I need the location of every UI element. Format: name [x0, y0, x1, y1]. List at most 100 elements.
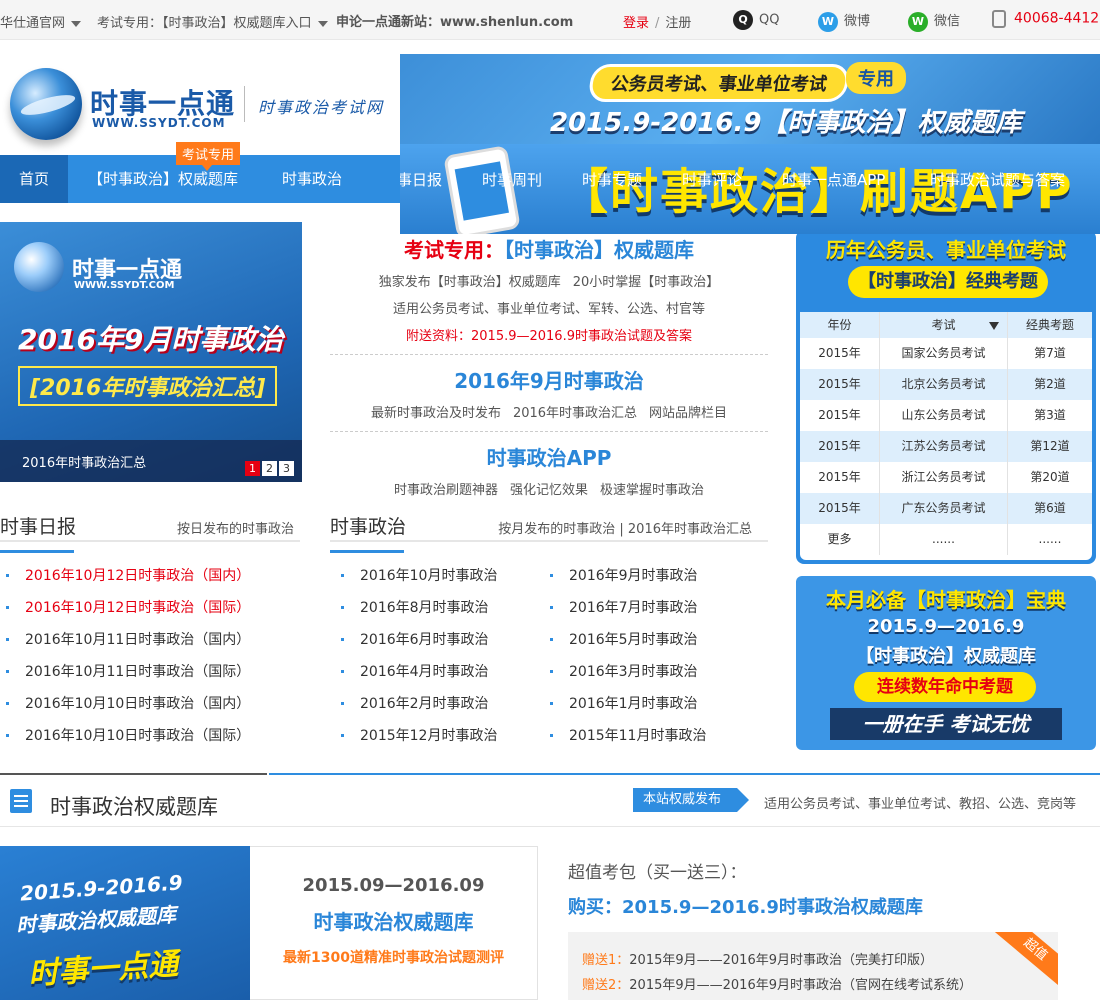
cell-exam: 浙江公务员考试	[880, 462, 1008, 493]
table-row[interactable]: 2015年 山东公务员考试 第3道	[800, 400, 1092, 431]
offer-purchase-link[interactable]: 购买：2015.9—2016.9时事政治权威题库	[568, 893, 1098, 919]
slider-caption-text: 2016年时事政治汇总	[22, 456, 147, 471]
exam-banner[interactable]: 公务员考试、事业单位考试 专用 2015.9-2016.9【时事政治】权威题库	[400, 54, 1100, 144]
table-row[interactable]: 2015年 广东公务员考试 第6道	[800, 493, 1092, 524]
monthly-handbook-banner[interactable]: 本月必备【时事政治】宝典 2015.9—2016.9 【时事政治】权威题库 连续…	[796, 576, 1096, 750]
list-item[interactable]: 2016年3月时事政治	[544, 656, 764, 688]
list-item[interactable]: 2016年10月时事政治	[335, 560, 545, 592]
qq-label: QQ	[759, 12, 780, 28]
slider-page-2[interactable]: 2	[262, 461, 277, 476]
feature-link[interactable]: 独家发布【时事政治】权威题库	[379, 275, 561, 290]
nav-item-weekly[interactable]: 时事周刊	[482, 156, 542, 204]
gift-item[interactable]: 赠送2：2015年9月——2016年9月时事政治（官网在线考试系统）	[568, 973, 1058, 998]
feature-title-main: 【时事政治】权威题库	[504, 238, 694, 262]
weixin-label: 微信	[934, 14, 961, 29]
list-item[interactable]: 2016年10月11日时事政治（国内）	[0, 624, 300, 656]
feature-link[interactable]: 20小时掌握【时事政治】	[573, 275, 720, 290]
list-item[interactable]: 2016年1月时事政治	[544, 688, 764, 720]
list-item[interactable]: 2016年2月时事政治	[335, 688, 545, 720]
weixin-link[interactable]: W 微信	[908, 10, 960, 32]
list-item[interactable]: 2016年10月12日时事政治（国内）	[0, 560, 300, 592]
politics-section-subtitle[interactable]: 按月发布的时事政治 | 2016年时事政治汇总	[498, 518, 752, 537]
table-row[interactable]: 2015年 江苏公务员考试 第12道	[800, 431, 1092, 462]
feature-link[interactable]: 2016年时事政治汇总	[513, 406, 637, 421]
slider-page-1[interactable]: 1	[245, 461, 260, 476]
feature-gift-line[interactable]: 附送资料：2015.9—2016.9时事政治试题及答案	[330, 325, 768, 344]
feature-line[interactable]: 适用公务员考试、事业单位考试、军转、公选、村官等	[330, 298, 768, 317]
list-item[interactable]: 2016年9月时事政治	[544, 560, 764, 592]
exam-entry-menu[interactable]: 考试专用：【时事政治】权威题库入口	[97, 12, 328, 31]
nav-item-daily[interactable]: 时事日报	[400, 156, 442, 204]
site-logo[interactable]: 时事一点通 WWW.SSYDT.COM 时事政治考试网	[10, 66, 390, 146]
qq-icon: Q	[733, 10, 753, 30]
list-item[interactable]: 2016年10月10日时事政治（国际）	[0, 720, 300, 752]
qq-link[interactable]: Q QQ	[733, 10, 779, 30]
nav-item-comment[interactable]: 时事评论	[682, 156, 742, 204]
feature-link[interactable]: 极速掌握时事政治	[600, 483, 704, 498]
hero-slider[interactable]: 时事一点通 WWW.SSYDT.COM 2016年9月时事政治 [2016年时事…	[0, 222, 302, 482]
politics-section-title[interactable]: 时事政治	[330, 512, 406, 553]
table-row[interactable]: 2015年 北京公务员考试 第2道	[800, 369, 1092, 400]
nav-item-answers[interactable]: 时事政治试题与答案	[930, 156, 1065, 204]
feature-title-app[interactable]: 时事政治APP	[330, 442, 768, 471]
auth-links: 登录 / 注册	[623, 12, 691, 31]
gift-label: 赠送2：	[582, 978, 630, 993]
gift-item[interactable]: 赠送1：2015年9月——2016年9月时事政治（完美打印版）	[568, 948, 1058, 973]
daily-section-subtitle[interactable]: 按日发布的时事政治	[177, 518, 294, 537]
nav-item-home[interactable]: 首页	[0, 155, 68, 203]
cell-exam: 江苏公务员考试	[880, 431, 1008, 462]
login-link[interactable]: 登录	[623, 16, 649, 31]
cell-year: 2015年	[800, 338, 880, 369]
bank-section-subtitle: 适用公务员考试、事业单位考试、教招、公选、竞岗等	[764, 797, 1077, 812]
feature-block: 考试专用：【时事政治】权威题库 独家发布【时事政治】权威题库 20小时掌握【时事政…	[330, 234, 768, 498]
banner-pill: 公务员考试、事业单位考试	[587, 64, 851, 102]
panel-title: 历年公务员、事业单位考试	[826, 238, 1066, 262]
feature-link[interactable]: 时事政治刷题神器	[394, 483, 498, 498]
column-header: 经典考题	[1025, 318, 1074, 332]
logo-divider	[244, 86, 245, 122]
list-item[interactable]: 2016年10月12日时事政治（国际）	[0, 592, 300, 624]
info-title[interactable]: 时事政治权威题库	[250, 906, 537, 935]
classic-questions-table: 年份 考试 经典考题 2015年 国家公务员考试 第7道 2015年 北京公务员考试第…	[800, 312, 1092, 560]
official-site-menu[interactable]: 华仕通官网	[0, 12, 82, 31]
cell-question: ......	[1038, 532, 1062, 546]
table-row[interactable]: 2015年 国家公务员考试 第7道	[800, 338, 1092, 369]
list-item[interactable]: 2016年8月时事政治	[335, 592, 545, 624]
bank-section-title[interactable]: 时事政治权威题库	[50, 791, 218, 821]
question-bank-cover[interactable]: 2015.9-2016.9 时事政治权威题库 时事一点通	[0, 846, 250, 1000]
hotline: 40068-44123	[992, 10, 1100, 28]
list-item[interactable]: 2015年12月时事政治	[335, 720, 545, 752]
list-item[interactable]: 2016年6月时事政治	[335, 624, 545, 656]
cell-exam: 广东公务员考试	[880, 493, 1008, 524]
list-item[interactable]: 2016年7月时事政治	[544, 592, 764, 624]
daily-section-title[interactable]: 时事日报	[0, 512, 76, 553]
offer-heading: 超值考包（买一送三）：	[568, 863, 747, 883]
nav-item-politics[interactable]: 时事政治	[282, 155, 342, 203]
cell-year: 2015年	[800, 431, 880, 462]
cell-exam: 北京公务员考试	[880, 369, 1008, 400]
feature-link[interactable]: 强化记忆效果	[510, 483, 588, 498]
app-banner[interactable]: 【时事政治】刷题APP 时事日报 时事周刊 时事专题 时事评论 时事一点通APP…	[400, 144, 1100, 234]
table-header: 年份 考试 经典考题	[800, 312, 1092, 338]
weibo-link[interactable]: W 微博	[818, 10, 870, 32]
table-row[interactable]: 2015年 浙江公务员考试 第20道	[800, 462, 1092, 493]
nav-item-topics[interactable]: 时事专题	[582, 156, 642, 204]
feature-link[interactable]: 最新时事政治及时发布	[371, 406, 501, 421]
chevron-down-icon	[317, 20, 328, 27]
list-item[interactable]: 2016年5月时事政治	[544, 624, 764, 656]
list-item[interactable]: 2016年4月时事政治	[335, 656, 545, 688]
column-header: 考试	[931, 318, 956, 332]
new-site-link[interactable]: 申论一点通新站：www.shenlun.com	[336, 11, 573, 30]
register-link[interactable]: 注册	[665, 16, 691, 31]
feature-link[interactable]: 网站品牌栏目	[649, 406, 727, 421]
feature-title-bank[interactable]: 考试专用：【时事政治】权威题库	[330, 234, 768, 263]
slider-page-3[interactable]: 3	[279, 461, 294, 476]
column-header-dropdown[interactable]: 考试	[880, 312, 1008, 338]
table-row-more[interactable]: 更多............	[800, 524, 1092, 555]
list-item[interactable]: 2016年10月10日时事政治（国内）	[0, 688, 300, 720]
nav-item-app[interactable]: 时事一点通APP	[782, 156, 885, 204]
list-item[interactable]: 2016年10月11日时事政治（国际）	[0, 656, 300, 688]
feature-title-monthly[interactable]: 2016年9月时事政治	[330, 365, 768, 394]
feature-line: 时事政治刷题神器 强化记忆效果 极速掌握时事政治	[330, 479, 768, 498]
list-item[interactable]: 2015年11月时事政治	[544, 720, 764, 752]
